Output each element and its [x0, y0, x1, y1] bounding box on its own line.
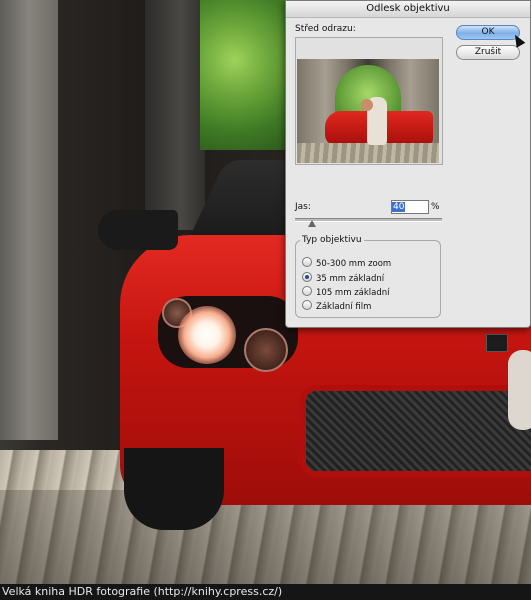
- lens-option-50-300-zoom[interactable]: 50-300 mm zoom: [302, 257, 391, 269]
- car-grille: [300, 385, 531, 477]
- cancel-button[interactable]: Zrušit: [456, 45, 520, 60]
- lens-type-title: Typ objektivu: [300, 235, 364, 245]
- tree-foliage: [200, 0, 286, 150]
- radio-icon[interactable]: [302, 286, 312, 296]
- brightness-label: Jas:: [295, 202, 311, 212]
- lens-option-label: Základní film: [316, 302, 372, 312]
- brightness-slider-thumb[interactable]: [308, 220, 316, 227]
- lens-option-basic-film[interactable]: Základní film: [302, 300, 371, 312]
- radio-icon[interactable]: [302, 257, 312, 267]
- preview-ground: [297, 143, 439, 163]
- radio-icon[interactable]: [302, 300, 312, 310]
- lens-flare-glow: [178, 306, 236, 364]
- stone-wall: [145, 0, 205, 230]
- flare-center-label: Střed odrazu:: [295, 24, 356, 34]
- stone-pillar: [0, 0, 58, 440]
- radio-selected-icon[interactable]: [302, 272, 312, 282]
- car-badge: [486, 334, 508, 352]
- car-side-mirror: [98, 210, 178, 250]
- dialog-title: Odlesk objektivu: [286, 1, 530, 18]
- lens-option-label: 35 mm základní: [316, 274, 385, 284]
- brightness-unit: %: [431, 202, 440, 212]
- lens-flare-dialog: Odlesk objektivu Střed odrazu: OK Zrušit…: [285, 0, 531, 328]
- brightness-input[interactable]: 40: [391, 200, 429, 214]
- lens-option-label: 50-300 mm zoom: [316, 259, 392, 269]
- brightness-slider-track[interactable]: [295, 218, 442, 222]
- lens-option-label: 105 mm základní: [316, 288, 390, 298]
- lens-option-105mm[interactable]: 105 mm základní: [302, 286, 390, 298]
- lens-option-35mm[interactable]: 35 mm základní: [302, 272, 384, 284]
- car-headlamp: [244, 328, 288, 372]
- flare-center-preview[interactable]: [297, 59, 439, 163]
- image-caption: Velká kniha HDR fotografie (http://knihy…: [0, 584, 531, 600]
- preview-person-head: [361, 99, 373, 111]
- car-tire: [124, 448, 224, 530]
- brightness-value: 40: [392, 202, 406, 212]
- person-leg: [508, 350, 531, 430]
